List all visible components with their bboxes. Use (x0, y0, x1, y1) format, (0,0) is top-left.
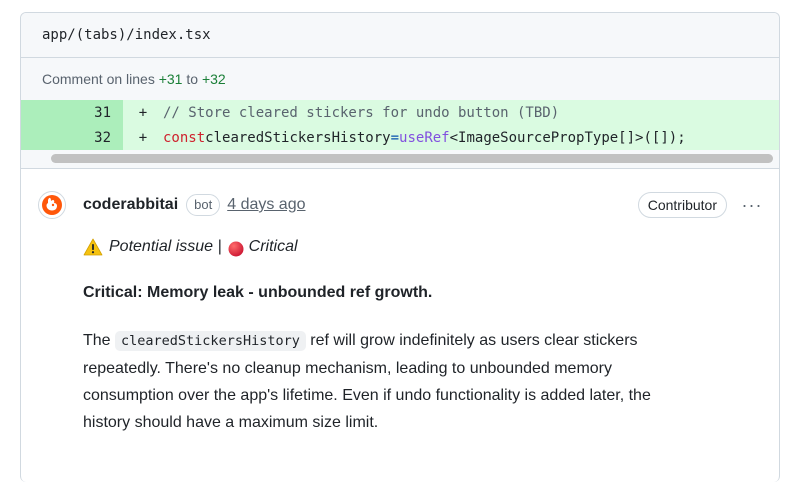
diff-code: + const clearedStickersHistory = useRef <I… (123, 125, 779, 150)
file-path[interactable]: app/(tabs)/index.tsx (42, 27, 211, 43)
warning-icon (83, 238, 103, 256)
review-comment-card: app/(tabs)/index.tsx Comment on lines +3… (20, 12, 780, 482)
inline-code: clearedStickersHistory (115, 331, 306, 351)
comment-timestamp[interactable]: 4 days ago (227, 196, 305, 214)
para-prefix: The (83, 332, 111, 349)
code-function: useRef (399, 129, 450, 146)
paragraph-line: repeatedly. There's no cleanup mechanism… (83, 360, 613, 377)
code-type: <ImageSourcePropType[]> (449, 129, 644, 146)
contributor-badge: Contributor (637, 192, 727, 218)
kebab-icon[interactable]: ··· (741, 196, 763, 214)
comment-on-joiner: to (186, 71, 199, 87)
severity-text: Critical (248, 238, 298, 255)
paragraph-line: The clearedStickersHistory ref will grow… (83, 327, 759, 355)
potential-issue-text: Potential issue | (109, 238, 222, 255)
comment-on-lines: Comment on lines +31 to +32 (21, 58, 779, 100)
coderabbit-avatar-icon[interactable] (38, 191, 66, 219)
paragraph-line: consumption over the app's lifetime. Eve… (83, 387, 651, 404)
comment-heading: Critical: Memory leak - unbounded ref gr… (83, 284, 433, 301)
line-number[interactable]: 32 (21, 125, 123, 150)
author-name[interactable]: coderabbitai (83, 196, 178, 214)
line-start: +31 (158, 71, 183, 87)
comment-paragraph: The clearedStickersHistory ref will grow… (83, 327, 759, 436)
paragraph-line: history should have a maximum size limit… (83, 414, 379, 431)
code-operator: = (390, 129, 400, 146)
potential-issue-line: Potential issue | Critical (83, 233, 759, 260)
code-comment: // Store cleared stickers for undo butto… (163, 104, 560, 121)
code-keyword: const (163, 129, 206, 146)
scrollbar-thumb[interactable] (51, 154, 773, 163)
comment-on-prefix: Comment on lines (42, 71, 155, 87)
bot-badge: bot (186, 194, 221, 216)
diff-hunk: 31 + // Store cleared stickers for undo b… (21, 100, 779, 150)
diff-row: 32 + const clearedStickersHistory = useRe… (21, 125, 779, 150)
diff-row: 31 + // Store cleared stickers for undo b… (21, 100, 779, 125)
line-end: +32 (201, 71, 226, 87)
code-identifier: clearedStickersHistory (205, 129, 391, 146)
file-path-header: app/(tabs)/index.tsx (21, 13, 779, 58)
horizontal-scrollbar[interactable] (21, 150, 779, 169)
line-number[interactable]: 31 (21, 100, 123, 125)
added-marker: + (138, 104, 148, 121)
added-marker: + (138, 129, 148, 146)
diff-code: + // Store cleared stickers for undo butt… (123, 100, 779, 125)
comment-header: coderabbitai bot 4 days ago Contributor … (83, 191, 763, 219)
code-args: ([]); (643, 129, 686, 146)
para-line1-rest: ref will grow indefinitely as users clea… (310, 332, 638, 349)
red-circle-icon (228, 239, 244, 256)
